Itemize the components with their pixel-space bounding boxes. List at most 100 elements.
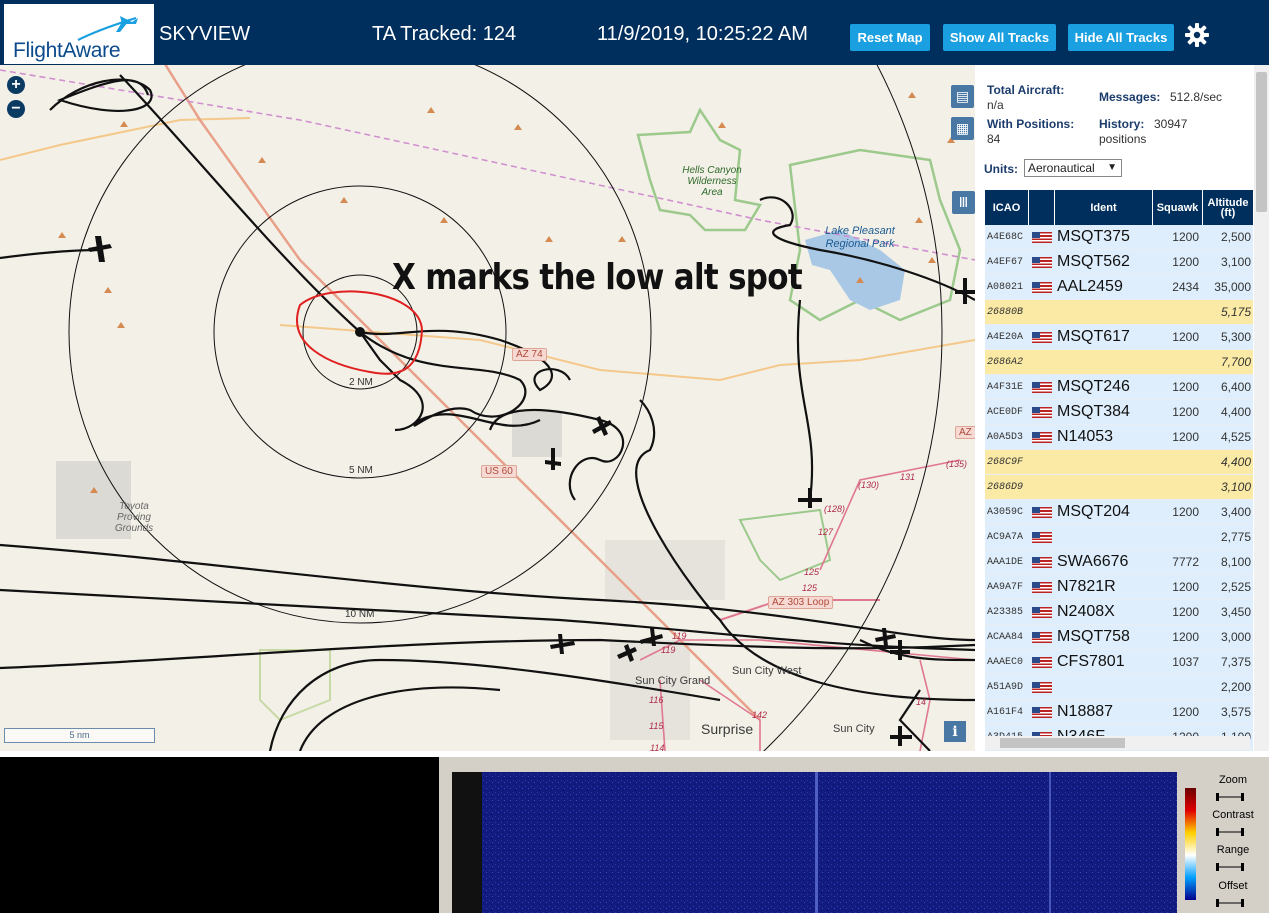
app-title: SKYVIEW [159, 23, 251, 45]
table-row[interactable]: ACAA84 MSQT758 1200 3,000 [985, 625, 1253, 650]
contrast-slider[interactable] [1214, 827, 1246, 837]
us-flag-icon [1032, 681, 1052, 693]
table-row[interactable]: 268C9F 4,400 [985, 450, 1253, 475]
squawk-cell [1153, 450, 1203, 474]
zoom-out-button[interactable]: − [7, 100, 25, 118]
table-body: A4E68C MSQT375 1200 2,500 A4EF67 MSQT562 1200 3… [985, 225, 1253, 751]
contrast-label: Contrast [1212, 809, 1254, 821]
info-button[interactable]: i [944, 721, 966, 742]
hide-all-tracks-button[interactable]: Hide All Tracks [1068, 24, 1174, 51]
datetime: 11/9/2019, 10:25:22 AM [597, 23, 808, 45]
zoom-slider[interactable] [1214, 792, 1246, 802]
label-sun-city-west: Sun City West [732, 665, 802, 677]
ident-cell: MSQT204 [1057, 503, 1130, 520]
flag-cell [1029, 425, 1055, 449]
range-label: Range [1216, 844, 1250, 856]
altitude-cell: 3,100 [1220, 255, 1251, 269]
waterfall-display[interactable] [452, 772, 1177, 913]
table-row[interactable]: 2686A2 7,700 [985, 350, 1253, 375]
us-flag-icon [1032, 631, 1052, 643]
flightaware-logo[interactable]: FlightAware [4, 4, 154, 64]
us-flag-icon [1032, 331, 1052, 343]
table-row[interactable]: A3059C MSQT204 1200 3,400 [985, 500, 1253, 525]
squawk-cell: 1200 [1172, 430, 1199, 444]
table-row[interactable]: A4E20A MSQT617 1200 5,300 [985, 325, 1253, 350]
us-flag-icon [1032, 256, 1052, 268]
col-ident[interactable]: Ident [1055, 190, 1153, 225]
ident-cell: SWA6676 [1057, 553, 1129, 570]
zoom-in-button[interactable]: + [7, 76, 25, 94]
table-row[interactable]: A51A9D 2,200 [985, 675, 1253, 700]
flag-cell [1029, 750, 1055, 751]
col-squawk[interactable]: Squawk [1153, 190, 1203, 225]
horizontal-scroll-thumb[interactable] [1000, 738, 1125, 748]
ident-cell: CFS7801 [1057, 653, 1125, 670]
route-number: 115 [649, 721, 664, 731]
range-slider[interactable] [1214, 862, 1246, 872]
chevron-down-icon: ▼ [1107, 162, 1117, 173]
table-row[interactable]: AAAEC0 CFS7801 1037 7,375 [985, 650, 1253, 675]
table-row[interactable]: A4EF67 MSQT562 1200 3,100 [985, 250, 1253, 275]
aircraft-sidebar: Total Aircraft: n/a With Positions: 84 M… [975, 65, 1269, 751]
squawk-cell: 1200 [1172, 405, 1199, 419]
route-number: 127 [818, 527, 834, 537]
ident-cell: N7821R [1057, 578, 1116, 595]
altitude-cell: 8,100 [1220, 555, 1251, 569]
icao-cell: A3059C [987, 506, 1024, 518]
with-positions-label: With Positions: [987, 117, 1075, 131]
ident-cell: MSQT617 [1057, 328, 1130, 345]
table-row[interactable]: A08021 AAL2459 2434 35,000 [985, 275, 1253, 300]
ident-cell [1055, 300, 1153, 324]
units-select[interactable]: Aeronautical ▼ [1024, 159, 1122, 177]
icao-cell: ACAA84 [987, 631, 1024, 643]
table-row[interactable]: A0A5D3 N14053 1200 4,525 [985, 425, 1253, 450]
icao-cell: 2686A2 [987, 356, 1024, 368]
us-flag-icon [1032, 431, 1052, 443]
col-flag[interactable] [1029, 190, 1055, 225]
squawk-cell [1153, 525, 1203, 549]
table-row[interactable]: ACE0DF MSQT384 1200 4,400 [985, 400, 1253, 425]
table-row[interactable]: A161F4 N18887 1200 3,575 [985, 700, 1253, 725]
show-all-tracks-button[interactable]: Show All Tracks [943, 24, 1056, 51]
table-row[interactable]: AAA1DE SWA6676 7772 8,100 [985, 550, 1253, 575]
col-icao[interactable]: ICAO [985, 190, 1029, 225]
table-row[interactable]: AAAFD8 SKW541173427,400 [985, 750, 1253, 751]
vertical-scroll-thumb[interactable] [1256, 72, 1267, 212]
with-positions-value: 84 [987, 132, 1001, 146]
squawk-cell [1153, 300, 1203, 324]
route-number: 114 [650, 743, 665, 751]
flag-cell [1029, 575, 1055, 599]
ident-cell [1055, 450, 1153, 474]
altitude-cell: 5,300 [1220, 330, 1251, 344]
table-row[interactable]: AA9A7F N7821R 1200 2,525 [985, 575, 1253, 600]
map-view[interactable]: + − ▤ ▦ Ⅲ X marks the low alt spot 2 NM … [0, 65, 975, 751]
range-ring-5nm: 5 NM [349, 465, 373, 476]
squawk-cell: 1200 [1172, 580, 1199, 594]
table-row[interactable]: 26880B 5,175 [985, 300, 1253, 325]
table-row[interactable]: A23385 N2408X 1200 3,450 [985, 600, 1253, 625]
altitude-cell: 2,775 [1220, 530, 1251, 544]
table-row[interactable]: 2686D9 3,100 [985, 475, 1253, 500]
grid-toggle-icon[interactable]: ▦ [951, 117, 974, 140]
offset-slider[interactable] [1214, 898, 1246, 908]
gear-icon[interactable] [1184, 22, 1210, 48]
ident-cell: SKW5411 [1055, 750, 1153, 751]
icao-cell: AC9A7A [987, 531, 1024, 543]
col-altitude[interactable]: Altitude (ft) [1203, 190, 1253, 225]
ident-cell [1055, 475, 1153, 499]
reset-map-button[interactable]: Reset Map [850, 24, 930, 51]
altitude-cell: 2,200 [1220, 680, 1251, 694]
column-toggle-icon[interactable]: Ⅲ [952, 191, 975, 214]
ident-cell: N18887 [1057, 703, 1114, 720]
history-label: History: [1099, 117, 1145, 131]
flag-cell [1029, 700, 1055, 724]
table-row[interactable]: A4F31E MSQT246 1200 6,400 [985, 375, 1253, 400]
map-layers-icon[interactable]: ▤ [951, 85, 974, 108]
table-row[interactable]: A4E68C MSQT375 1200 2,500 [985, 225, 1253, 250]
total-aircraft-label: Total Aircraft: [987, 83, 1065, 97]
ident-cell: MSQT562 [1057, 253, 1130, 270]
flag-cell [1029, 500, 1055, 524]
table-row[interactable]: AC9A7A 2,775 [985, 525, 1253, 550]
altitude-cell: 4,525 [1220, 430, 1251, 444]
label-hells-canyon: Hells Canyon Wilderness Area [682, 165, 742, 198]
